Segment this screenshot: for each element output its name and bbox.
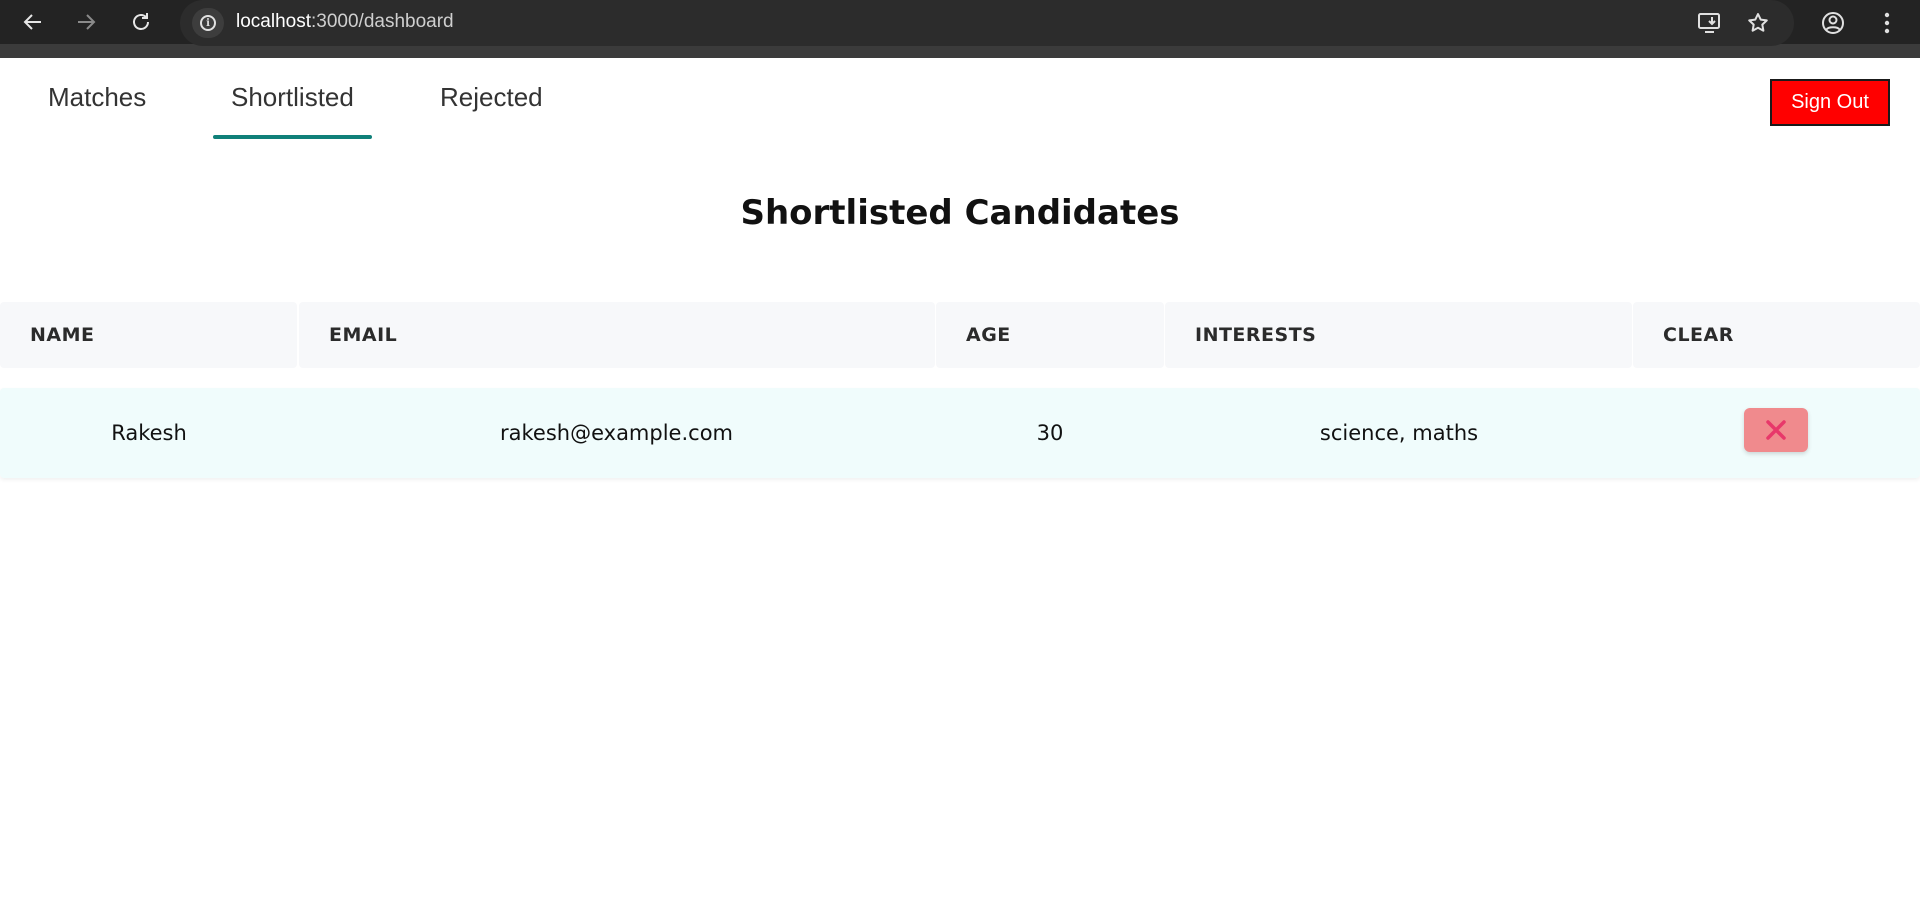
- cell-email: rakesh@example.com: [500, 421, 733, 445]
- reload-icon[interactable]: [126, 8, 156, 36]
- back-arrow-icon[interactable]: [18, 8, 48, 36]
- site-info-icon[interactable]: i: [192, 8, 224, 38]
- forward-arrow-icon[interactable]: [71, 8, 101, 36]
- browser-toolbar-border: [0, 44, 1920, 58]
- url-text[interactable]: localhost:3000/dashboard: [236, 11, 454, 33]
- browser-chrome: i localhost:3000/dashboard: [0, 0, 1920, 58]
- table-row: Rakesh rakesh@example.com 30 science, ma…: [0, 388, 1920, 478]
- cell-age: 30: [1036, 421, 1064, 445]
- url-host: localhost: [236, 11, 311, 32]
- url-path: :3000/dashboard: [311, 11, 454, 32]
- column-header-name: NAME: [0, 302, 297, 368]
- column-header-clear: CLEAR: [1633, 302, 1920, 368]
- sign-out-button[interactable]: Sign Out: [1770, 79, 1890, 126]
- column-header-age: AGE: [936, 302, 1164, 368]
- tab-shortlisted[interactable]: Shortlisted: [213, 82, 372, 139]
- tab-rejected[interactable]: Rejected: [440, 82, 543, 134]
- column-header-interests: INTERESTS: [1165, 302, 1632, 368]
- tab-matches[interactable]: Matches: [48, 82, 146, 134]
- profile-icon[interactable]: [1818, 8, 1848, 38]
- close-icon: [1766, 420, 1786, 440]
- page-title: Shortlisted Candidates: [740, 193, 1180, 233]
- install-app-icon[interactable]: [1695, 8, 1725, 38]
- cell-interests: science, maths: [1319, 421, 1479, 445]
- bookmark-star-icon[interactable]: [1743, 8, 1773, 38]
- dashboard-tabs: Matches Shortlisted Rejected: [0, 58, 620, 139]
- table-header: NAME EMAIL AGE INTERESTS CLEAR: [0, 302, 1920, 368]
- column-header-email: EMAIL: [299, 302, 935, 368]
- clear-button[interactable]: [1744, 408, 1808, 452]
- cell-name: Rakesh: [111, 421, 187, 445]
- menu-dots-icon[interactable]: [1872, 8, 1902, 38]
